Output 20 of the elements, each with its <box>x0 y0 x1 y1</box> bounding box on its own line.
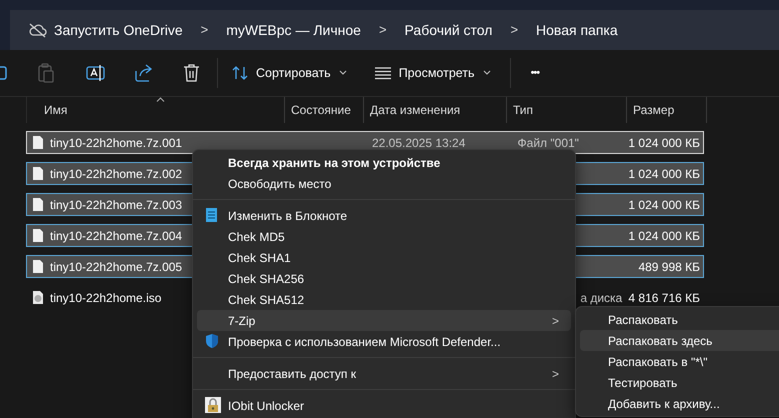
chevron-right-icon: > <box>552 312 559 330</box>
date-cell: 22.05.2025 13:24 <box>372 136 466 150</box>
file-name: tiny10-22h2home.7z.005 <box>50 258 182 276</box>
size-cell: 1 024 000 КБ <box>628 166 700 180</box>
file-name: tiny10-22h2home.7z.002 <box>50 166 182 182</box>
chevron-icon: > <box>510 20 518 40</box>
file-name: tiny10-22h2home.7z.003 <box>50 196 182 214</box>
file-name: tiny10-22h2home.iso <box>50 290 162 306</box>
chevron-right-icon: > <box>552 364 559 382</box>
file-name: tiny10-22h2home.7z.004 <box>50 228 182 244</box>
size-cell: 4 816 716 КБ <box>628 290 700 304</box>
size-cell: 1 024 000 КБ <box>628 228 700 242</box>
chevron-icon: > <box>200 20 208 40</box>
size-cell: 1 024 000 КБ <box>628 198 700 212</box>
type-cell: Файл "001" <box>518 136 579 150</box>
size-cell: 1 024 000 КБ <box>628 136 700 150</box>
type-cell: а диска <box>580 290 622 304</box>
size-cell: 489 998 КБ <box>638 260 700 274</box>
file-name: tiny10-22h2home.7z.001 <box>50 134 182 152</box>
chevron-icon: > <box>378 20 387 40</box>
